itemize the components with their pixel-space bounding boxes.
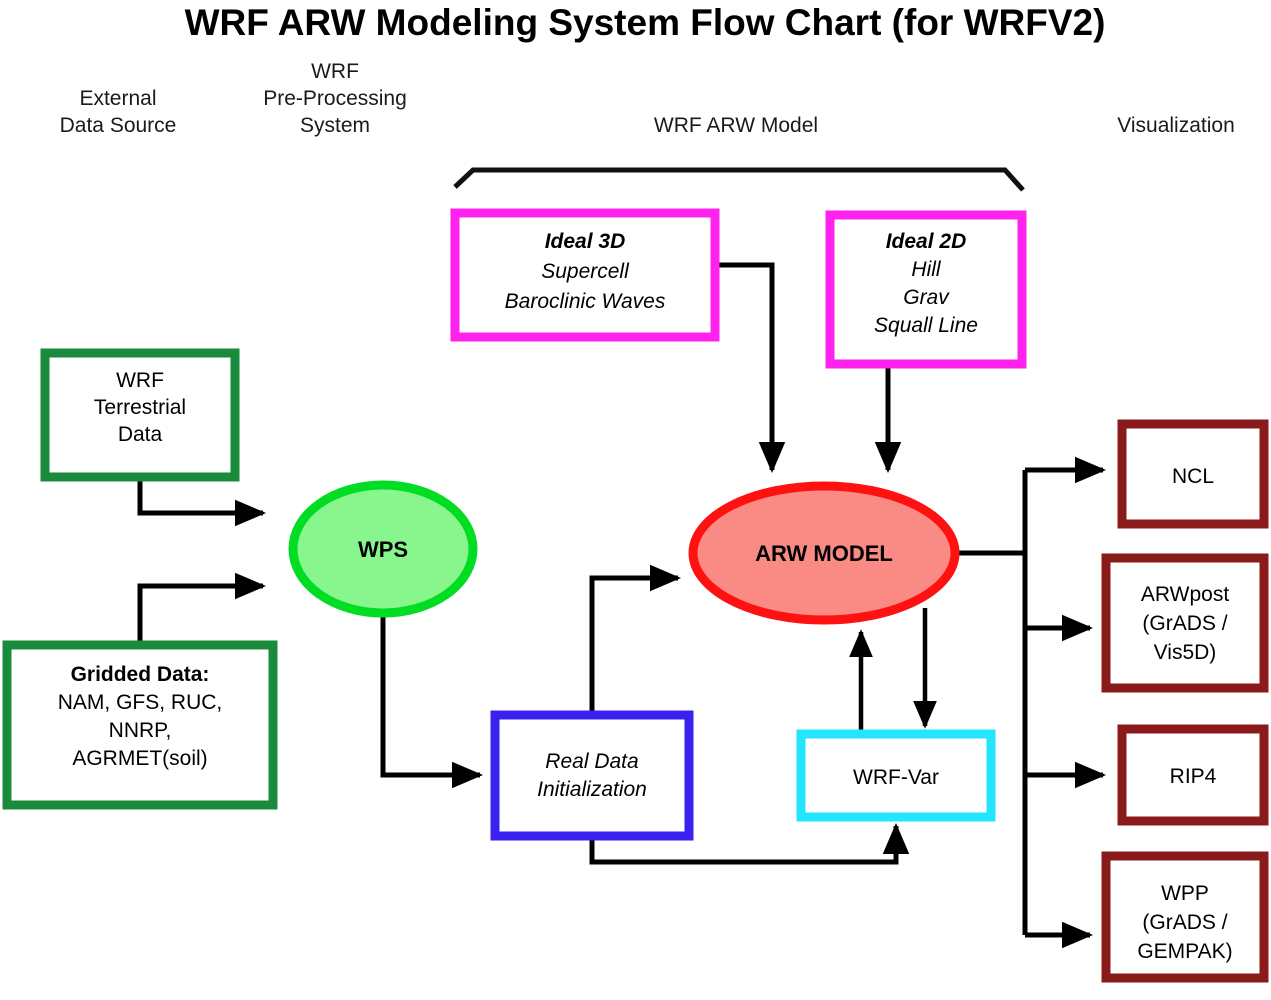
svg-text:Vis5D): Vis5D) (1154, 641, 1217, 664)
edge-wps-to-real-data-init (380, 612, 484, 789)
svg-text:WRF-Var: WRF-Var (853, 766, 939, 789)
node-ncl[interactable]: NCL (1117, 419, 1269, 529)
svg-text:NAM, GFS, RUC,: NAM, GFS, RUC, (58, 691, 223, 714)
svg-text:NNRP,: NNRP, (109, 719, 172, 742)
svg-text:AGRMET(soil): AGRMET(soil) (72, 747, 207, 770)
svg-text:Ideal 3D: Ideal 3D (545, 230, 626, 253)
svg-text:Supercell: Supercell (541, 260, 630, 283)
svg-text:(GrADS /: (GrADS / (1142, 911, 1227, 934)
arw-model-scope-bracket (453, 167, 1025, 192)
node-arwpost[interactable]: ARWpost (GrADS / Vis5D) (1101, 553, 1269, 693)
svg-text:Grav: Grav (903, 286, 950, 309)
svg-text:WRF ARW Model: WRF ARW Model (654, 114, 818, 137)
edge-gridded-to-wps (137, 572, 267, 645)
column-header-wrf-arw-model: WRF ARW Model (654, 114, 818, 137)
svg-text:WRF: WRF (116, 369, 164, 392)
column-header-visualization: Visualization (1117, 114, 1235, 137)
svg-text:Gridded Data:: Gridded Data: (71, 663, 210, 686)
node-arw-model[interactable]: ARW MODEL (688, 481, 960, 625)
svg-text:ARW MODEL: ARW MODEL (755, 541, 893, 566)
node-wpp[interactable]: WPP (GrADS / GEMPAK) (1101, 851, 1269, 983)
svg-text:ARWpost: ARWpost (1141, 583, 1229, 606)
svg-text:NCL: NCL (1172, 465, 1214, 488)
node-wps[interactable]: WPS (288, 480, 478, 618)
svg-text:Terrestrial: Terrestrial (94, 396, 186, 419)
svg-text:Ideal 2D: Ideal 2D (886, 230, 967, 253)
node-real-data-initialization-shape (490, 710, 694, 841)
svg-text:Initialization: Initialization (537, 778, 647, 801)
node-wrf-terrestrial-data[interactable]: WRF Terrestrial Data (40, 348, 240, 482)
node-wrf-var[interactable]: WRF-Var (796, 729, 996, 822)
flow-chart-root: WRF ARW Modeling System Flow Chart (for … (0, 0, 1271, 1000)
svg-text:RIP4: RIP4 (1170, 765, 1217, 788)
svg-text:Pre-Processing: Pre-Processing (263, 87, 407, 110)
svg-text:WPP: WPP (1161, 882, 1209, 905)
node-ideal-3d[interactable]: Ideal 3D Supercell Baroclinic Waves (450, 208, 720, 342)
flow-chart-canvas: WRF ARW Modeling System Flow Chart (for … (2, 2, 1269, 983)
page-title: WRF ARW Modeling System Flow Chart (for … (185, 2, 1106, 43)
column-header-wrf-pre-processing-system: WRF Pre-Processing System (263, 60, 407, 137)
edge-real-data-init-to-arw (589, 564, 682, 715)
svg-text:System: System (300, 114, 370, 137)
svg-text:Data Source: Data Source (60, 114, 177, 137)
svg-text:Baroclinic Waves: Baroclinic Waves (505, 290, 666, 313)
svg-text:Data: Data (118, 423, 163, 446)
node-gridded-data[interactable]: Gridded Data: NAM, GFS, RUC, NNRP, AGRME… (2, 640, 278, 810)
svg-text:WRF: WRF (311, 60, 359, 83)
svg-text:Squall Line: Squall Line (874, 314, 978, 337)
node-rip4[interactable]: RIP4 (1117, 724, 1269, 826)
svg-text:Visualization: Visualization (1117, 114, 1235, 137)
svg-text:Hill: Hill (911, 258, 941, 281)
svg-text:(GrADS /: (GrADS / (1142, 612, 1227, 635)
node-ideal-2d[interactable]: Ideal 2D Hill Grav Squall Line (825, 210, 1027, 369)
svg-text:WPS: WPS (358, 537, 408, 562)
edge-terrestrial-to-wps (137, 477, 267, 527)
column-header-external-data-source: External Data Source (60, 87, 177, 137)
svg-text:External: External (79, 87, 156, 110)
svg-text:GEMPAK): GEMPAK) (1137, 940, 1232, 963)
edge-ideal-3d-to-arw (716, 262, 786, 474)
svg-text:Real Data: Real Data (545, 750, 638, 773)
node-real-data-initialization[interactable]: Real Data Initialization (490, 710, 694, 841)
